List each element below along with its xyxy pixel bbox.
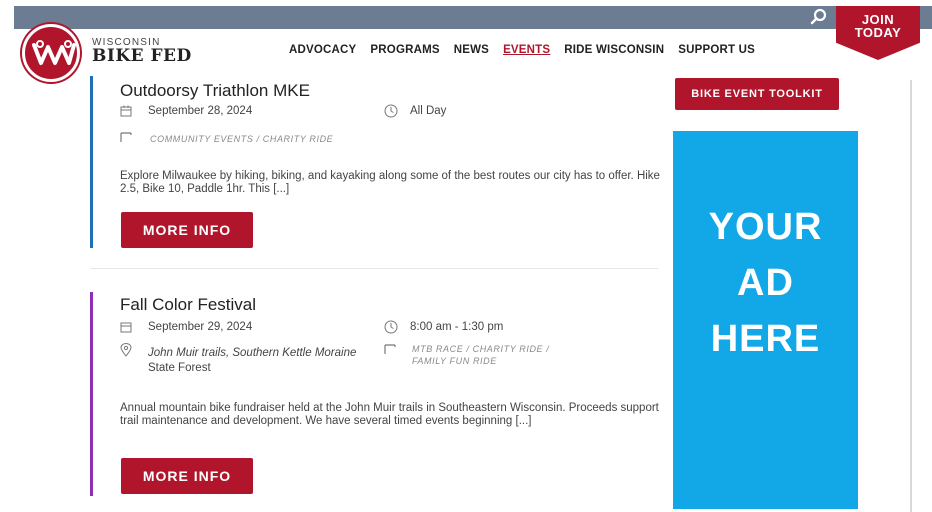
nav-item-programs[interactable]: PROGRAMS xyxy=(370,44,439,56)
ad-text-line3: HERE xyxy=(710,318,821,360)
ad-placeholder[interactable]: YOUR AD HERE xyxy=(673,131,858,509)
event-categories[interactable]: COMMUNITY EVENTS / CHARITY RIDE xyxy=(150,134,333,144)
folder-icon xyxy=(384,344,396,358)
event-time: All Day xyxy=(410,105,447,117)
join-today-button[interactable]: JOIN TODAY xyxy=(836,6,920,60)
event-location-line2[interactable]: State Forest xyxy=(148,362,211,374)
calendar-icon xyxy=(120,105,132,120)
logo-icon xyxy=(32,40,76,65)
nav-item-news[interactable]: NEWS xyxy=(454,44,489,56)
clock-icon xyxy=(384,104,398,121)
page-edge-divider xyxy=(910,80,912,512)
clock-icon xyxy=(384,320,398,337)
event-divider xyxy=(90,268,658,269)
ad-text-line2: AD xyxy=(737,262,794,304)
site-logo[interactable] xyxy=(22,24,80,82)
event-categories[interactable]: MTB RACE / CHARITY RIDE / xyxy=(412,344,549,354)
top-utility-bar xyxy=(14,6,932,29)
event-categories-line2[interactable]: FAMILY FUN RIDE xyxy=(412,356,497,366)
event-time: 8:00 am - 1:30 pm xyxy=(410,321,504,333)
event-accent-bar xyxy=(90,292,93,496)
event-location[interactable]: John Muir trails, Southern Kettle Morain… xyxy=(148,347,356,359)
event-accent-bar xyxy=(90,76,93,248)
search-icon xyxy=(810,8,827,25)
ad-text-line1: YOUR xyxy=(708,206,823,248)
nav-item-ride-wisconsin[interactable]: RIDE WISCONSIN xyxy=(564,44,664,56)
join-label-line2: TODAY xyxy=(854,25,902,40)
event-card: Outdoorsy Triathlon MKE September 28, 20… xyxy=(90,76,660,252)
more-info-button[interactable]: MORE INFO xyxy=(121,458,253,494)
event-card: Fall Color Festival September 29, 2024 8… xyxy=(90,292,660,496)
nav-item-events[interactable]: EVENTS xyxy=(503,44,550,56)
event-description: Annual mountain bike fundraiser held at … xyxy=(120,402,659,427)
search-button[interactable] xyxy=(806,6,830,29)
nav-item-support-us[interactable]: SUPPORT US xyxy=(678,44,755,56)
more-info-button[interactable]: MORE INFO xyxy=(121,212,253,248)
main-nav: ADVOCACY PROGRAMS NEWS EVENTS RIDE WISCO… xyxy=(289,44,769,56)
event-description: Explore Milwaukee by hiking, biking, and… xyxy=(120,170,660,195)
bike-event-toolkit-button[interactable]: BIKE EVENT TOOLKIT xyxy=(675,78,839,110)
brand-wordmark[interactable]: BIKE FED xyxy=(92,46,192,66)
event-date: September 29, 2024 xyxy=(148,321,253,333)
folder-icon xyxy=(120,132,132,146)
event-date: September 28, 2024 xyxy=(148,105,253,117)
nav-item-advocacy[interactable]: ADVOCACY xyxy=(289,44,356,56)
calendar-icon xyxy=(120,321,132,336)
event-title[interactable]: Fall Color Festival xyxy=(120,295,256,315)
event-title[interactable]: Outdoorsy Triathlon MKE xyxy=(120,81,310,101)
map-pin-icon xyxy=(120,343,132,360)
